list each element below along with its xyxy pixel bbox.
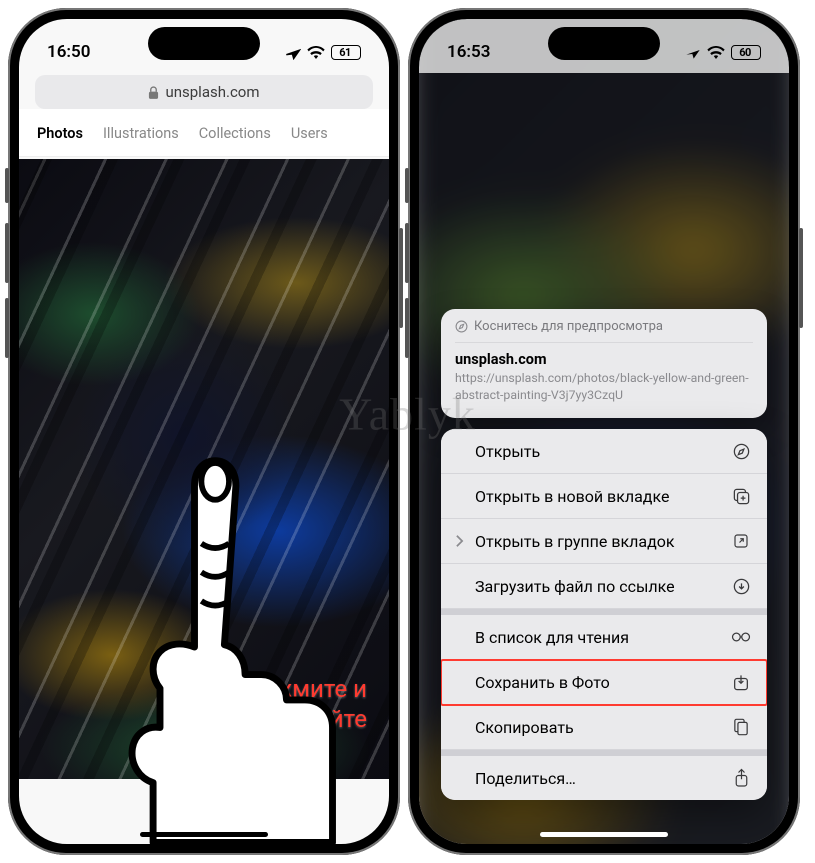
menu-label: Скопировать <box>475 718 574 737</box>
preview-hint: Коснитесь для предпросмотра <box>474 319 663 334</box>
battery-indicator: 61 <box>331 45 361 60</box>
glasses-icon <box>731 627 751 647</box>
lock-icon <box>148 86 159 99</box>
tab-users[interactable]: Users <box>291 125 328 142</box>
home-indicator[interactable] <box>140 832 268 837</box>
phone-right: 16:53 60 Коснитесь для пр <box>408 8 800 855</box>
phone-left: 16:50 61 unsplash.com Photo <box>8 8 400 855</box>
phone-side-button <box>399 228 403 328</box>
arrow-up-right-square-icon <box>731 531 751 551</box>
tab-illustrations[interactable]: Illustrations <box>103 125 179 142</box>
tab-collections[interactable]: Collections <box>199 125 271 142</box>
context-menu: Открыть Открыть в новой вкладке Открыть <box>441 429 767 800</box>
menu-share[interactable]: Поделиться… <box>441 756 767 800</box>
battery-indicator: 60 <box>731 45 761 60</box>
menu-open[interactable]: Открыть <box>441 429 767 474</box>
doc-on-doc-icon <box>731 717 751 737</box>
menu-label: В список для чтения <box>475 628 629 647</box>
status-time: 16:53 <box>447 42 490 62</box>
menu-label: Открыть в группе вкладок <box>475 532 675 551</box>
airplane-mode-icon <box>285 44 301 60</box>
screen-right: 16:53 60 Коснитесь для пр <box>419 19 789 844</box>
address-bar[interactable]: unsplash.com <box>35 75 373 109</box>
menu-open-new-tab[interactable]: Открыть в новой вкладке <box>441 474 767 519</box>
menu-label: Поделиться… <box>475 769 576 788</box>
link-preview-card[interactable]: Коснитесь для предпросмотра unsplash.com… <box>441 309 767 418</box>
screen-left: 16:50 61 unsplash.com Photo <box>19 19 389 844</box>
chevron-right-icon <box>451 533 467 549</box>
filters-label: Filters <box>196 773 235 789</box>
phone-mute-switch <box>5 168 9 203</box>
plus-square-icon <box>731 486 751 506</box>
menu-label: Открыть <box>475 442 540 461</box>
comparison-stage: 16:50 61 unsplash.com Photo <box>0 0 815 863</box>
menu-label: Открыть в новой вкладке <box>475 487 669 506</box>
share-icon <box>731 768 751 788</box>
phone-volume-up <box>5 223 9 283</box>
compass-icon <box>455 320 468 333</box>
phone-volume-down <box>5 298 9 358</box>
menu-reading-list[interactable]: В список для чтения <box>441 615 767 660</box>
menu-open-tab-group[interactable]: Открыть в группе вкладок <box>441 519 767 564</box>
annotation-text: Нажмите и удерживайте <box>220 674 367 734</box>
airplane-mode-icon <box>685 44 701 60</box>
address-domain: unsplash.com <box>165 83 259 101</box>
arrow-down-circle-icon <box>731 576 751 596</box>
status-time: 16:50 <box>47 42 90 62</box>
phone-volume-up <box>405 223 409 283</box>
category-tabs: Photos Illustrations Collections Users <box>19 109 389 157</box>
tab-photos[interactable]: Photos <box>37 125 83 142</box>
menu-copy[interactable]: Скопировать <box>441 705 767 750</box>
phone-mute-switch <box>405 168 409 203</box>
compass-icon <box>731 441 751 461</box>
preview-url: https://unsplash.com/photos/black-yellow… <box>455 371 753 404</box>
menu-label: Загрузить файл по ссылке <box>475 577 675 596</box>
save-to-photos-icon <box>731 672 751 692</box>
menu-save-to-photos[interactable]: Сохранить в Фото <box>441 660 767 705</box>
wifi-icon <box>707 46 725 59</box>
menu-label: Сохранить в Фото <box>475 673 610 692</box>
phone-side-button <box>799 228 803 328</box>
filters-button[interactable]: Filters <box>159 764 250 798</box>
menu-download-linked-file[interactable]: Загрузить файл по ссылке <box>441 564 767 609</box>
home-indicator[interactable] <box>540 832 668 837</box>
preview-domain: unsplash.com <box>455 351 753 368</box>
dynamic-island <box>548 27 660 60</box>
dynamic-island <box>148 27 260 60</box>
wifi-icon <box>307 46 325 59</box>
phone-volume-down <box>405 298 409 358</box>
sliders-icon <box>174 775 188 787</box>
